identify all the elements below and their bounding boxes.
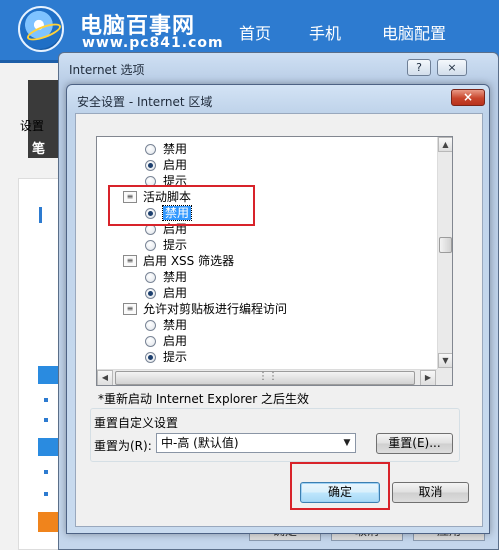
- radio-unchecked-icon[interactable]: [145, 336, 156, 347]
- ok-button[interactable]: 确定: [300, 482, 380, 503]
- vertical-scroll-thumb[interactable]: [439, 237, 452, 253]
- reset-to-label: 重置为(R):: [94, 439, 152, 453]
- annotation-box-active-scripting: [108, 185, 255, 226]
- scroll-up-arrow-icon[interactable]: ▲: [438, 137, 452, 152]
- bg-article-card: [18, 178, 63, 550]
- horizontal-scroll-thumb[interactable]: [115, 371, 415, 385]
- site-logo-icon[interactable]: [18, 6, 64, 52]
- outer-close-button[interactable]: ×: [437, 59, 467, 76]
- radio-checked-icon[interactable]: [145, 352, 156, 363]
- vertical-scrollbar[interactable]: ▲ ▼: [437, 137, 452, 369]
- settings-label: 设置: [20, 119, 45, 133]
- internet-options-title: Internet 选项: [69, 63, 145, 77]
- nav-home[interactable]: 首页: [239, 20, 271, 44]
- radio-checked-icon[interactable]: [145, 288, 156, 299]
- radio-unchecked-icon[interactable]: [145, 272, 156, 283]
- settings-option-label[interactable]: 提示: [163, 350, 187, 364]
- nav-pc-config[interactable]: 电脑配置: [382, 20, 446, 44]
- horizontal-scrollbar[interactable]: ◀ ▶: [97, 369, 437, 385]
- settings-group-label: 启用 XSS 筛选器: [143, 254, 235, 268]
- reset-level-select[interactable]: 中-高 (默认值) ▼: [156, 433, 356, 453]
- settings-option-label[interactable]: 提示: [163, 238, 187, 252]
- settings-option-label[interactable]: 禁用: [163, 142, 187, 156]
- inner-close-button[interactable]: ×: [451, 89, 485, 106]
- site-url: www.pc841.com: [82, 35, 224, 51]
- radio-unchecked-icon[interactable]: [145, 144, 156, 155]
- bg-card-accent: [39, 207, 42, 223]
- chevron-down-icon[interactable]: ▼: [339, 434, 355, 452]
- radio-unchecked-icon[interactable]: [145, 240, 156, 251]
- security-settings-title: 安全设置 - Internet 区域: [77, 95, 213, 109]
- cancel-button[interactable]: 取消: [392, 482, 469, 503]
- reset-level-value: 中-高 (默认值): [161, 436, 239, 450]
- settings-option-label[interactable]: 启用: [163, 334, 187, 348]
- bg-bullet: [44, 470, 48, 474]
- settings-option-label[interactable]: 启用: [163, 286, 187, 300]
- bg-bullet: [44, 418, 48, 422]
- bg-thumbnail-label: 笔: [32, 142, 46, 157]
- scrollbar-corner: [437, 369, 452, 385]
- settings-option-label[interactable]: 禁用: [163, 318, 187, 332]
- settings-list[interactable]: 禁用 启用 提示 ≡ 活动脚本 禁用 启用 提示 ≡ 启用 XSS 筛选器 禁用 启用 ≡ 允许对剪贴板进…: [96, 136, 453, 386]
- help-button[interactable]: ?: [407, 59, 431, 76]
- reset-button[interactable]: 重置(E)...: [376, 433, 453, 454]
- scroll-down-arrow-icon[interactable]: ▼: [438, 353, 452, 368]
- scroll-right-arrow-icon[interactable]: ▶: [420, 370, 436, 385]
- settings-group-icon: ≡: [123, 255, 137, 267]
- nav-phone[interactable]: 手机: [309, 20, 341, 44]
- scroll-left-arrow-icon[interactable]: ◀: [97, 370, 113, 385]
- reset-group-title: 重置自定义设置: [94, 416, 179, 430]
- bg-bullet: [44, 398, 48, 402]
- radio-unchecked-icon[interactable]: [145, 320, 156, 331]
- radio-checked-icon[interactable]: [145, 160, 156, 171]
- settings-option-label[interactable]: 启用: [163, 158, 187, 172]
- bg-bullet: [44, 492, 48, 496]
- restart-note: *重新启动 Internet Explorer 之后生效: [98, 392, 310, 406]
- settings-option-label[interactable]: 禁用: [163, 270, 187, 284]
- settings-group-icon: ≡: [123, 303, 137, 315]
- settings-group-label: 允许对剪贴板进行编程访问: [143, 302, 288, 316]
